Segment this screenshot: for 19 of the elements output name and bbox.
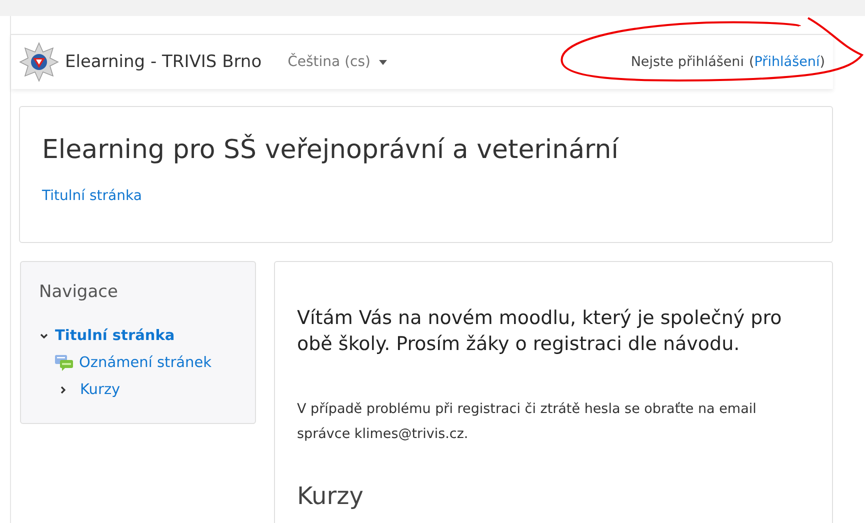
contact-text: V případě problému při registraci či ztrátě hesla se obraťte na email správce klimes@trivis.cz. — [297, 400, 758, 444]
star-badge-logo-icon — [19, 42, 59, 82]
login-link[interactable]: Přihlášení — [754, 54, 820, 70]
login-paren: ) — [820, 54, 825, 70]
welcome-text: Vítám Vás na novém moodlu, který je společný pro obě školy. Prosím žáky o registraci dle návodu. — [297, 306, 783, 357]
block-title: Navigace — [39, 282, 119, 302]
site-name: Elearning - TRIVIS Brno — [65, 52, 262, 72]
login-status: Nejste přihlášeni — [630, 54, 744, 70]
language-dropdown[interactable]: Čeština (cs) — [284, 50, 391, 74]
page-title: Elearning pro SŠ veřejnoprávní a veterinární — [42, 135, 620, 165]
chevron-right-icon[interactable] — [58, 384, 68, 394]
login-paren: ( — [749, 54, 754, 70]
nav-link[interactable]: Oznámení stránek — [79, 354, 212, 370]
nav-link[interactable]: Titulní stránka — [55, 328, 175, 344]
section-heading: Kurzy — [297, 482, 364, 510]
speech-bubbles-icon — [55, 354, 73, 370]
caret-icon — [378, 60, 387, 64]
nav-link[interactable]: Kurzy — [80, 382, 120, 398]
breadcrumb-link[interactable]: Titulní stránka — [42, 188, 142, 204]
